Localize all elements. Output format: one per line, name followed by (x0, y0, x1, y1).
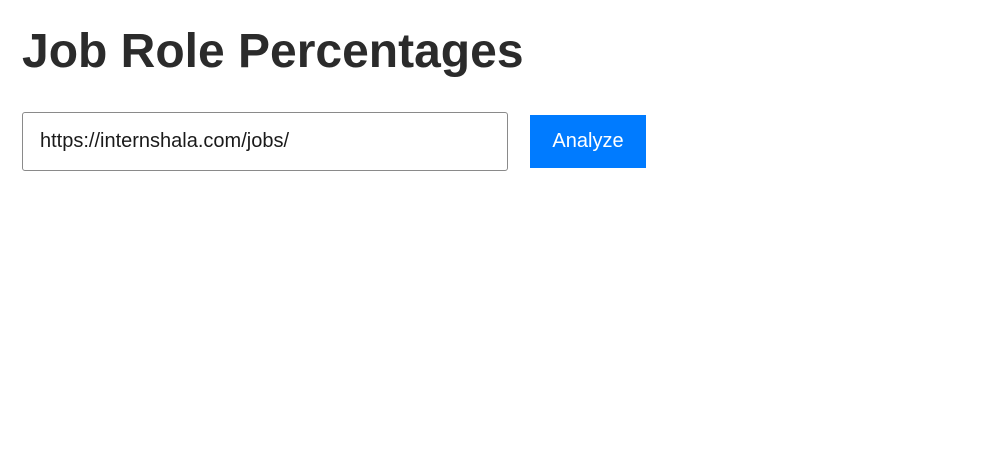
url-input[interactable] (22, 112, 508, 171)
page: Job Role Percentages Analyze (0, 0, 988, 461)
analyze-button[interactable]: Analyze (530, 115, 646, 168)
page-title: Job Role Percentages (22, 25, 524, 78)
